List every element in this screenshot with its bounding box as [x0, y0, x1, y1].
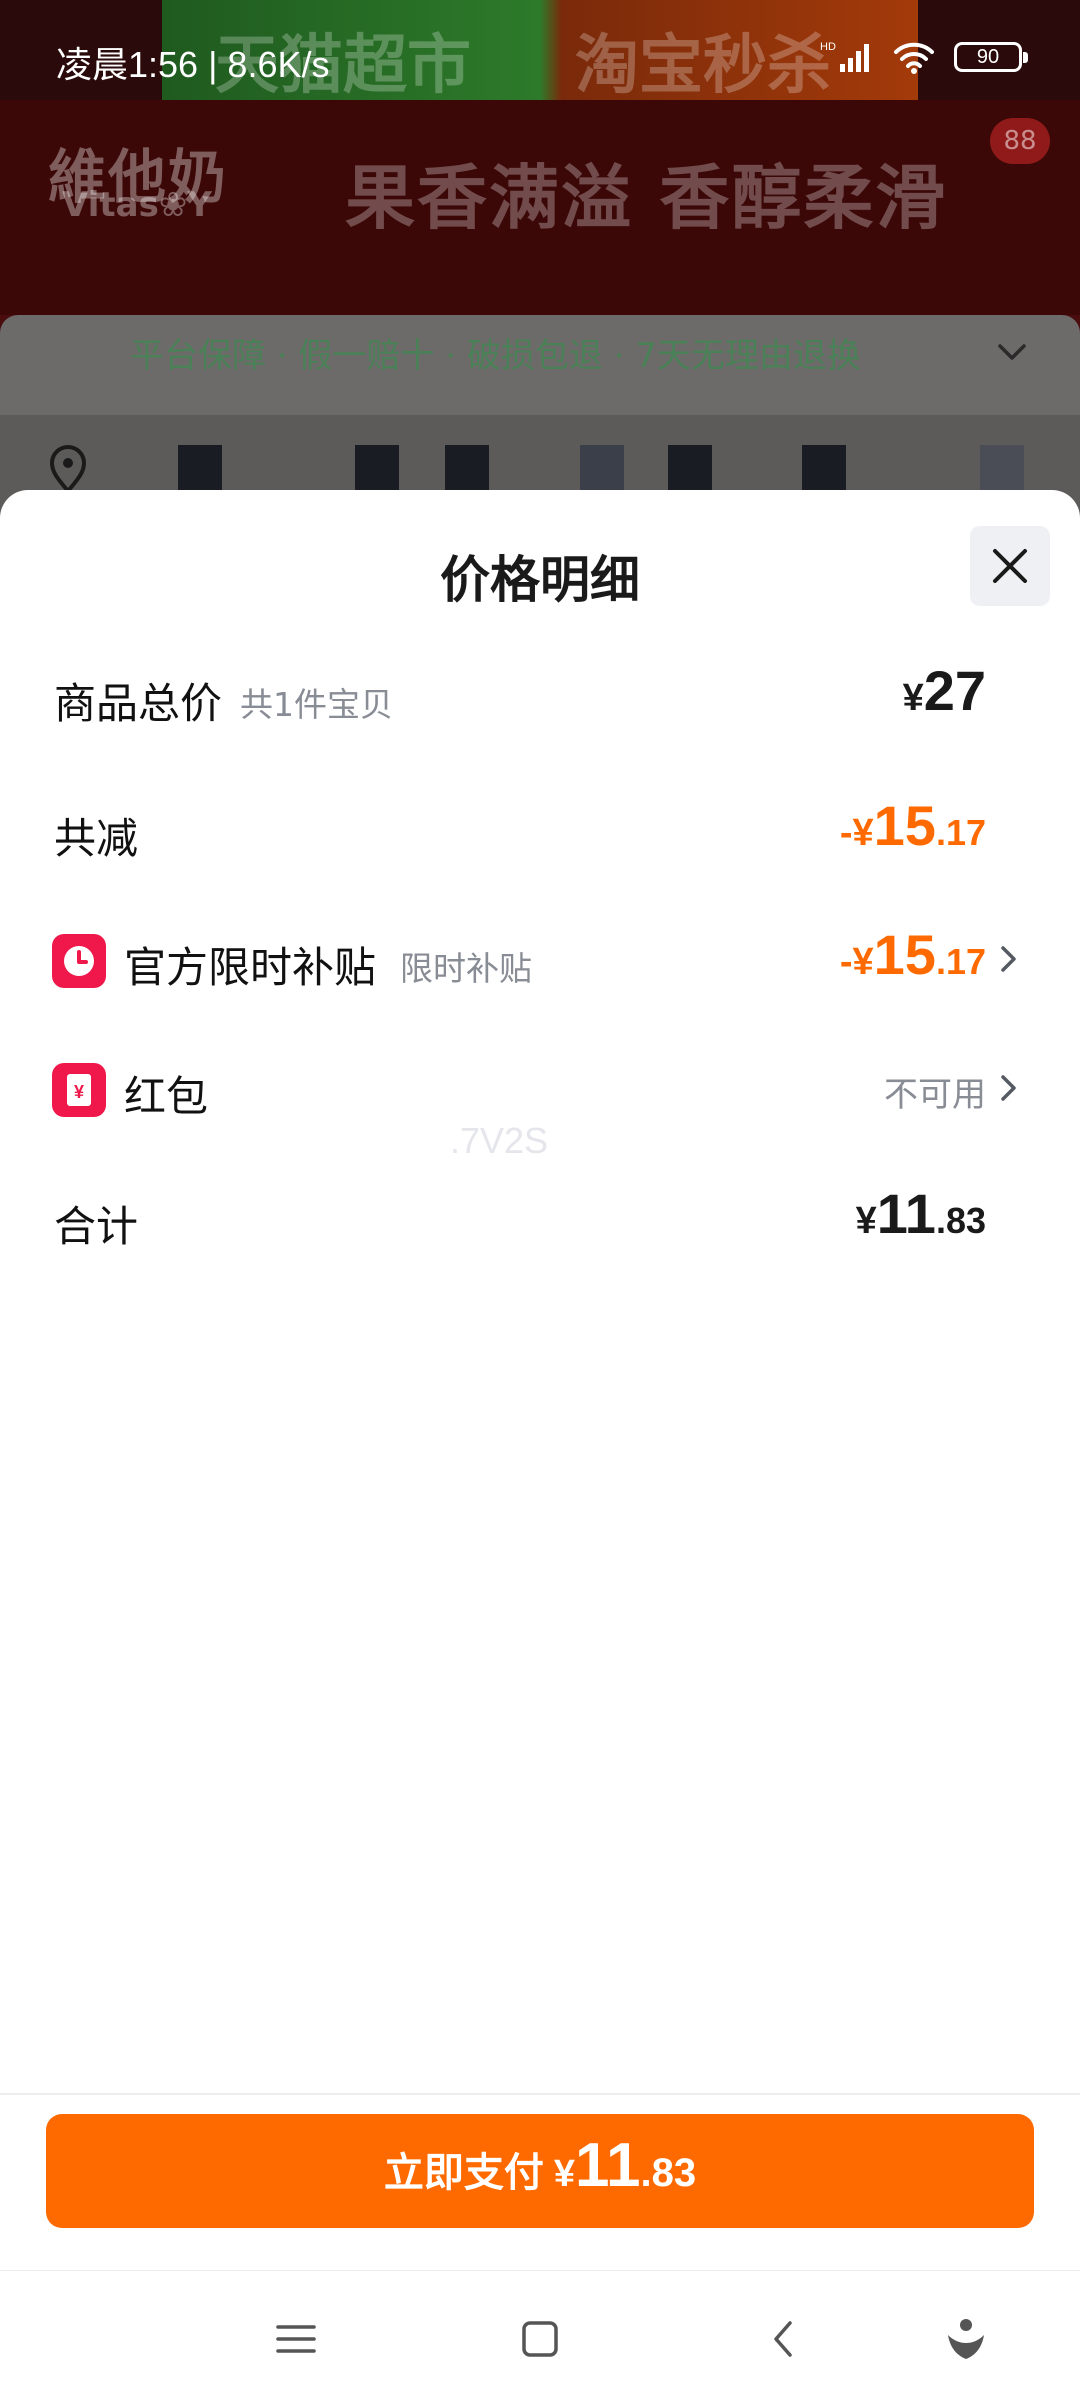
subsidy-amount: -¥15.17: [839, 923, 986, 986]
subsidy-tag: 限时补贴: [400, 949, 532, 988]
menu-icon[interactable]: [268, 2311, 324, 2367]
grand-total-row: 合计 ¥11.83: [0, 1173, 1080, 1263]
pay-amount-dec: .83: [640, 2151, 697, 2195]
pay-now-button[interactable]: 立即支付 ¥11.83: [46, 2114, 1034, 2228]
discount-total-row: 共减 -¥15.17: [0, 785, 1080, 875]
background-sku-swatch: [668, 445, 712, 495]
chevron-right-icon: [1001, 1075, 1016, 1101]
item-count-label: 共1件宝贝: [240, 685, 393, 724]
price-detail-sheet: 价格明细 商品总价 共1件宝贝 ¥27 共减 -¥15.17 官方限时补贴 限时…: [0, 490, 1080, 2270]
clock-icon: [52, 934, 106, 988]
background-location-icon: [49, 445, 87, 495]
subsidy-row[interactable]: 官方限时补贴 限时补贴 -¥15.17: [0, 914, 1080, 1004]
background-sku-swatch: [355, 445, 399, 495]
discount-total-label: 共减: [54, 814, 139, 863]
battery-indicator: 90: [954, 42, 1028, 72]
background-sku-swatch: [980, 445, 1024, 495]
background-sku-swatch: [178, 445, 222, 495]
background-sku-swatch: [445, 445, 489, 495]
status-bar: 凌晨1:56 | 8.6K/s HD 90: [0, 0, 1080, 100]
grand-total-label: 合计: [54, 1202, 139, 1251]
watermark-text: .7V2S: [450, 1120, 549, 1161]
background-sku-swatch: [580, 445, 624, 495]
pay-now-label: 立即支付: [383, 2150, 544, 2196]
background-chevron-down-icon: [998, 344, 1026, 360]
pay-currency: ¥: [553, 2153, 575, 2195]
red-packet-status: 不可用: [884, 1075, 986, 1115]
sheet-title: 价格明细: [440, 551, 640, 609]
close-button[interactable]: [970, 526, 1050, 606]
network-type-label: HD: [820, 41, 836, 53]
wifi-icon: [894, 42, 934, 74]
background-slogan: 果香满溢 香醇柔滑: [345, 157, 948, 239]
background-brand-sub: Vitas❀Y: [62, 185, 212, 225]
subsidy-label: 官方限时补贴: [124, 943, 377, 992]
home-icon[interactable]: [512, 2311, 568, 2367]
red-packet-label: 红包: [124, 1072, 209, 1121]
total-price-row: 商品总价 共1件宝贝 ¥27: [0, 650, 1080, 740]
background-cart-count: 88: [990, 118, 1050, 164]
background-sku-swatch: [802, 445, 846, 495]
chevron-right-icon: [1001, 946, 1016, 972]
grand-total-amount: ¥11.83: [855, 1182, 986, 1245]
status-time: 凌晨1:56 | 8.6K/s: [56, 44, 330, 85]
status-icons: HD 90: [820, 40, 1028, 74]
signal-icon: HD: [820, 41, 869, 72]
close-icon: [993, 549, 1027, 583]
red-packet-icon: ¥: [52, 1063, 106, 1117]
total-price-amount: ¥27: [902, 659, 986, 722]
background-guarantee-text: 平台保障 · 假一赔十 · 破损包退 · 7天无理由退换: [130, 336, 861, 376]
total-price-label: 商品总价: [54, 679, 223, 728]
system-navigation-bar: [0, 2270, 1080, 2400]
pay-amount-int: 11: [574, 2131, 641, 2200]
back-icon[interactable]: [756, 2311, 812, 2367]
assistant-icon[interactable]: [938, 2311, 994, 2367]
footer-divider: [0, 2093, 1080, 2095]
discount-total-amount: -¥15.17: [839, 794, 986, 857]
svg-text:¥: ¥: [74, 1082, 84, 1102]
